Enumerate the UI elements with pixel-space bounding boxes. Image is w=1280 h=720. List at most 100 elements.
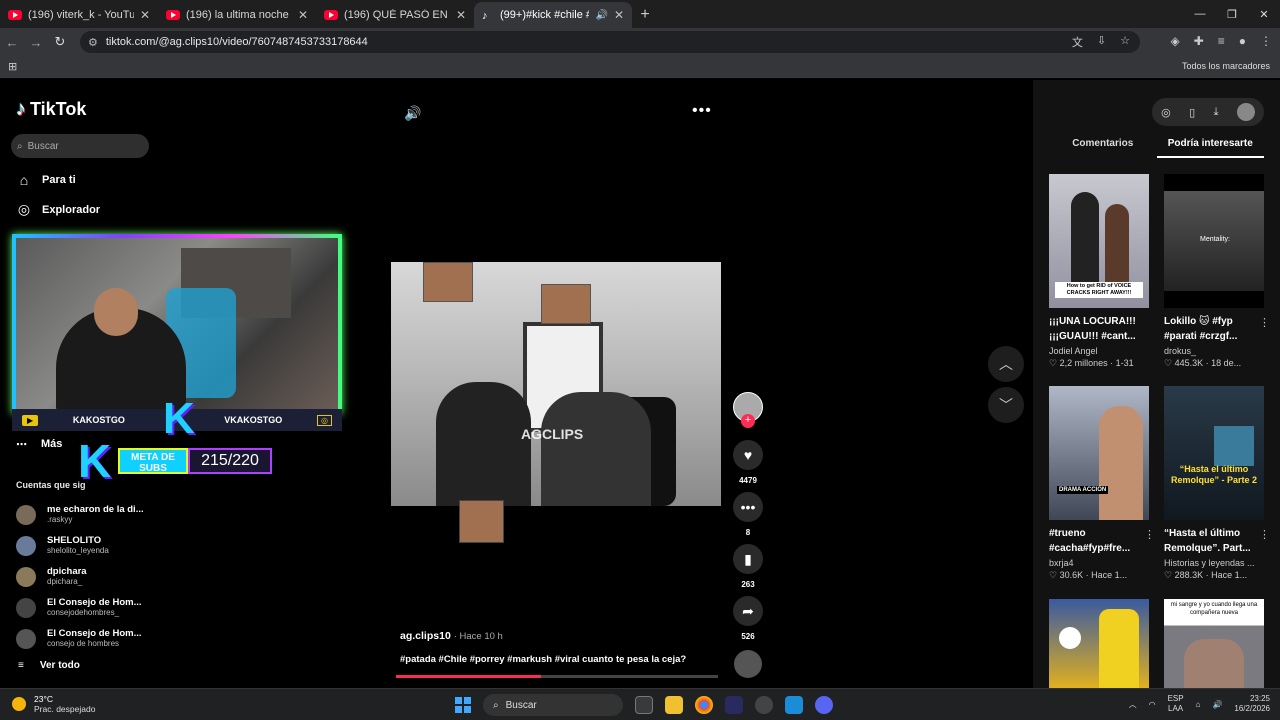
all-bookmarks[interactable]: Todos los marcadores [1182,61,1270,71]
taskbar-search[interactable]: ⌕ Buscar [483,694,623,716]
video-player[interactable]: AGCLIPS [391,262,721,506]
share-icon[interactable]: ➦ [733,596,763,626]
follow-plus-icon[interactable]: + [741,414,755,428]
language-indicator[interactable]: ESP LAA [1168,694,1184,714]
discord-icon[interactable] [815,696,833,714]
nav-item-more[interactable]: ⋯ Más [16,438,62,451]
url-text[interactable]: tiktok.com/@ag.clips10/video/76074874537… [106,36,368,48]
forward-icon[interactable]: → [24,35,48,50]
tab-comments[interactable]: Comentarios [1049,138,1157,158]
comment-icon[interactable]: ••• [733,492,763,522]
suggested-video-card[interactable]: “Hasta el último Remolque” - Parte 2 “Ha… [1164,386,1270,581]
search-input[interactable]: ⌕ Buscar [11,134,149,158]
avatar[interactable] [1236,103,1255,121]
app-icon[interactable] [725,696,743,714]
suggested-video-card[interactable] [1049,599,1149,688]
close-tab-icon[interactable]: ✕ [298,8,308,22]
profile-icon[interactable]: ● [1239,34,1246,48]
like-action[interactable]: ♥ 4479 [733,440,763,485]
close-tab-icon[interactable]: ✕ [614,8,624,22]
extension-icon[interactable]: ◈ [1170,34,1179,48]
share-action[interactable]: ➦ 526 [733,596,763,641]
heart-icon[interactable]: ♥ [733,440,763,470]
close-tab-icon[interactable]: ✕ [140,8,150,22]
followed-account[interactable]: dpichara dpichara_ [16,566,87,587]
chevron-up-icon[interactable]: ︿ [1129,699,1137,710]
followed-account[interactable]: El Consejo de Hom... consejodehombres_ [16,597,142,618]
app-icon[interactable] [785,696,803,714]
weather-widget[interactable]: 23°C Prac. despejado [12,694,95,714]
video-thumbnail[interactable]: DRAMA ACCIÓN [1049,386,1149,520]
menu-icon[interactable]: ⋮ [1260,34,1272,48]
video-thumbnail[interactable]: How to get RID of VOICE CRACKS RIGHT AWA… [1049,174,1149,308]
tab-might-interest[interactable]: Podría interesarte [1156,138,1264,158]
video-author-line: ag.clips10 · Hace 10 h [400,630,503,642]
download-icon[interactable]: ⤓ [1214,106,1219,119]
save-action[interactable]: ▮ 263 [733,544,763,589]
more-vertical-icon[interactable]: ⋮ [1144,528,1155,541]
video-thumbnail[interactable]: Mentality: [1164,174,1264,308]
more-vertical-icon[interactable]: ⋮ [1259,316,1270,329]
back-icon[interactable]: ← [0,35,24,50]
suggested-video-card[interactable]: How to get RID of VOICE CRACKS RIGHT AWA… [1049,174,1149,369]
file-explorer-icon[interactable] [665,696,683,714]
browser-tab-active[interactable]: ♪ (99+)#kick #chile #byking # 🔊 ✕ [474,2,632,28]
next-video-button[interactable]: ﹀ [988,387,1024,423]
card-author[interactable]: drokus_ [1164,346,1264,356]
bookmark-icon[interactable]: ▮ [733,544,763,574]
card-author[interactable]: Historias y leyendas ... [1164,558,1264,568]
apps-grid-icon[interactable]: ⊞ [8,60,17,73]
more-options-icon[interactable]: ••• [692,102,712,120]
comment-action[interactable]: ••• 8 [733,492,763,537]
followed-account[interactable]: me echaron de la di... .raskyy [16,504,144,525]
author-name[interactable]: ag.clips10 [400,630,451,642]
network-icon[interactable]: ⌂ [1196,700,1201,709]
followed-account[interactable]: El Consejo de Hom... consejo de hombres [16,628,142,649]
phone-icon[interactable]: ▯ [1189,106,1195,119]
following-title: Cuentas que sig [16,480,86,490]
nav-item-explore[interactable]: ◎ Explorador [16,201,100,218]
minimize-icon[interactable]: — [1184,0,1216,28]
music-disc-icon[interactable] [734,650,762,678]
puzzle-icon[interactable]: ✚ [1194,34,1204,48]
clock[interactable]: 23:25 16/2/2026 [1234,694,1270,714]
wifi-icon[interactable]: ◠ [1149,700,1156,709]
install-icon[interactable]: ⇩ [1097,34,1106,50]
video-thumbnail[interactable]: “Hasta el último Remolque” - Parte 2 [1164,386,1264,520]
volume-icon[interactable]: 🔊 [404,105,421,122]
suggested-video-card[interactable]: DRAMA ACCIÓN #trueno #cacha#fyp#fre... b… [1049,386,1155,581]
suggested-video-card[interactable]: Mentality: Lokillo 🐱 #fyp #parati #crzgf… [1164,174,1270,369]
chrome-icon[interactable] [695,696,713,714]
restore-icon[interactable]: ❐ [1216,0,1248,28]
volume-icon[interactable]: 🔊 [1212,700,1222,709]
video-progress-bar[interactable] [396,675,718,678]
windows-start-icon[interactable] [455,697,471,713]
close-tab-icon[interactable]: ✕ [456,8,466,22]
browser-tab[interactable]: (196) QUÉ PASÓ EN KICKC ✕ [316,2,474,28]
card-author[interactable]: Jodiel Angel [1049,346,1149,356]
new-tab-button[interactable]: + [632,2,658,28]
media-icon[interactable]: ≡ [1218,34,1225,48]
task-view-icon[interactable] [635,696,653,714]
app-icon[interactable] [755,696,773,714]
browser-tab[interactable]: (196) viterk_k - YouTube ✕ [0,2,158,28]
translate-icon[interactable]: 文 [1072,34,1083,50]
compass-icon[interactable]: ◎ [1161,106,1171,119]
close-window-icon[interactable]: ✕ [1248,0,1280,28]
suggested-video-card[interactable]: mi sangre y yo cuando llega una compañer… [1164,599,1264,688]
address-bar[interactable]: ⚙ tiktok.com/@ag.clips10/video/760748745… [80,31,1140,53]
browser-tab[interactable]: (196) la ultima noche irl (locura ✕ [158,2,316,28]
card-author[interactable]: bxrja4 [1049,558,1149,568]
see-all-link[interactable]: ≡ Ver todo [18,660,80,671]
more-vertical-icon[interactable]: ⋮ [1259,528,1270,541]
followed-account[interactable]: SHELOLITO shelolito_leyenda [16,535,109,556]
bookmark-star-icon[interactable]: ☆ [1120,34,1130,50]
video-thumbnail[interactable] [1049,599,1149,688]
reload-icon[interactable]: ↻ [48,34,72,50]
previous-video-button[interactable]: ︿ [988,346,1024,382]
site-info-icon[interactable]: ⚙ [88,36,98,49]
video-thumbnail[interactable]: mi sangre y yo cuando llega una compañer… [1164,599,1264,688]
nav-item-for-you[interactable]: ⌂ Para ti [16,172,76,188]
tiktok-logo[interactable]: ♪ TikTok [16,98,86,121]
speaker-icon[interactable]: 🔊 [595,10,607,21]
